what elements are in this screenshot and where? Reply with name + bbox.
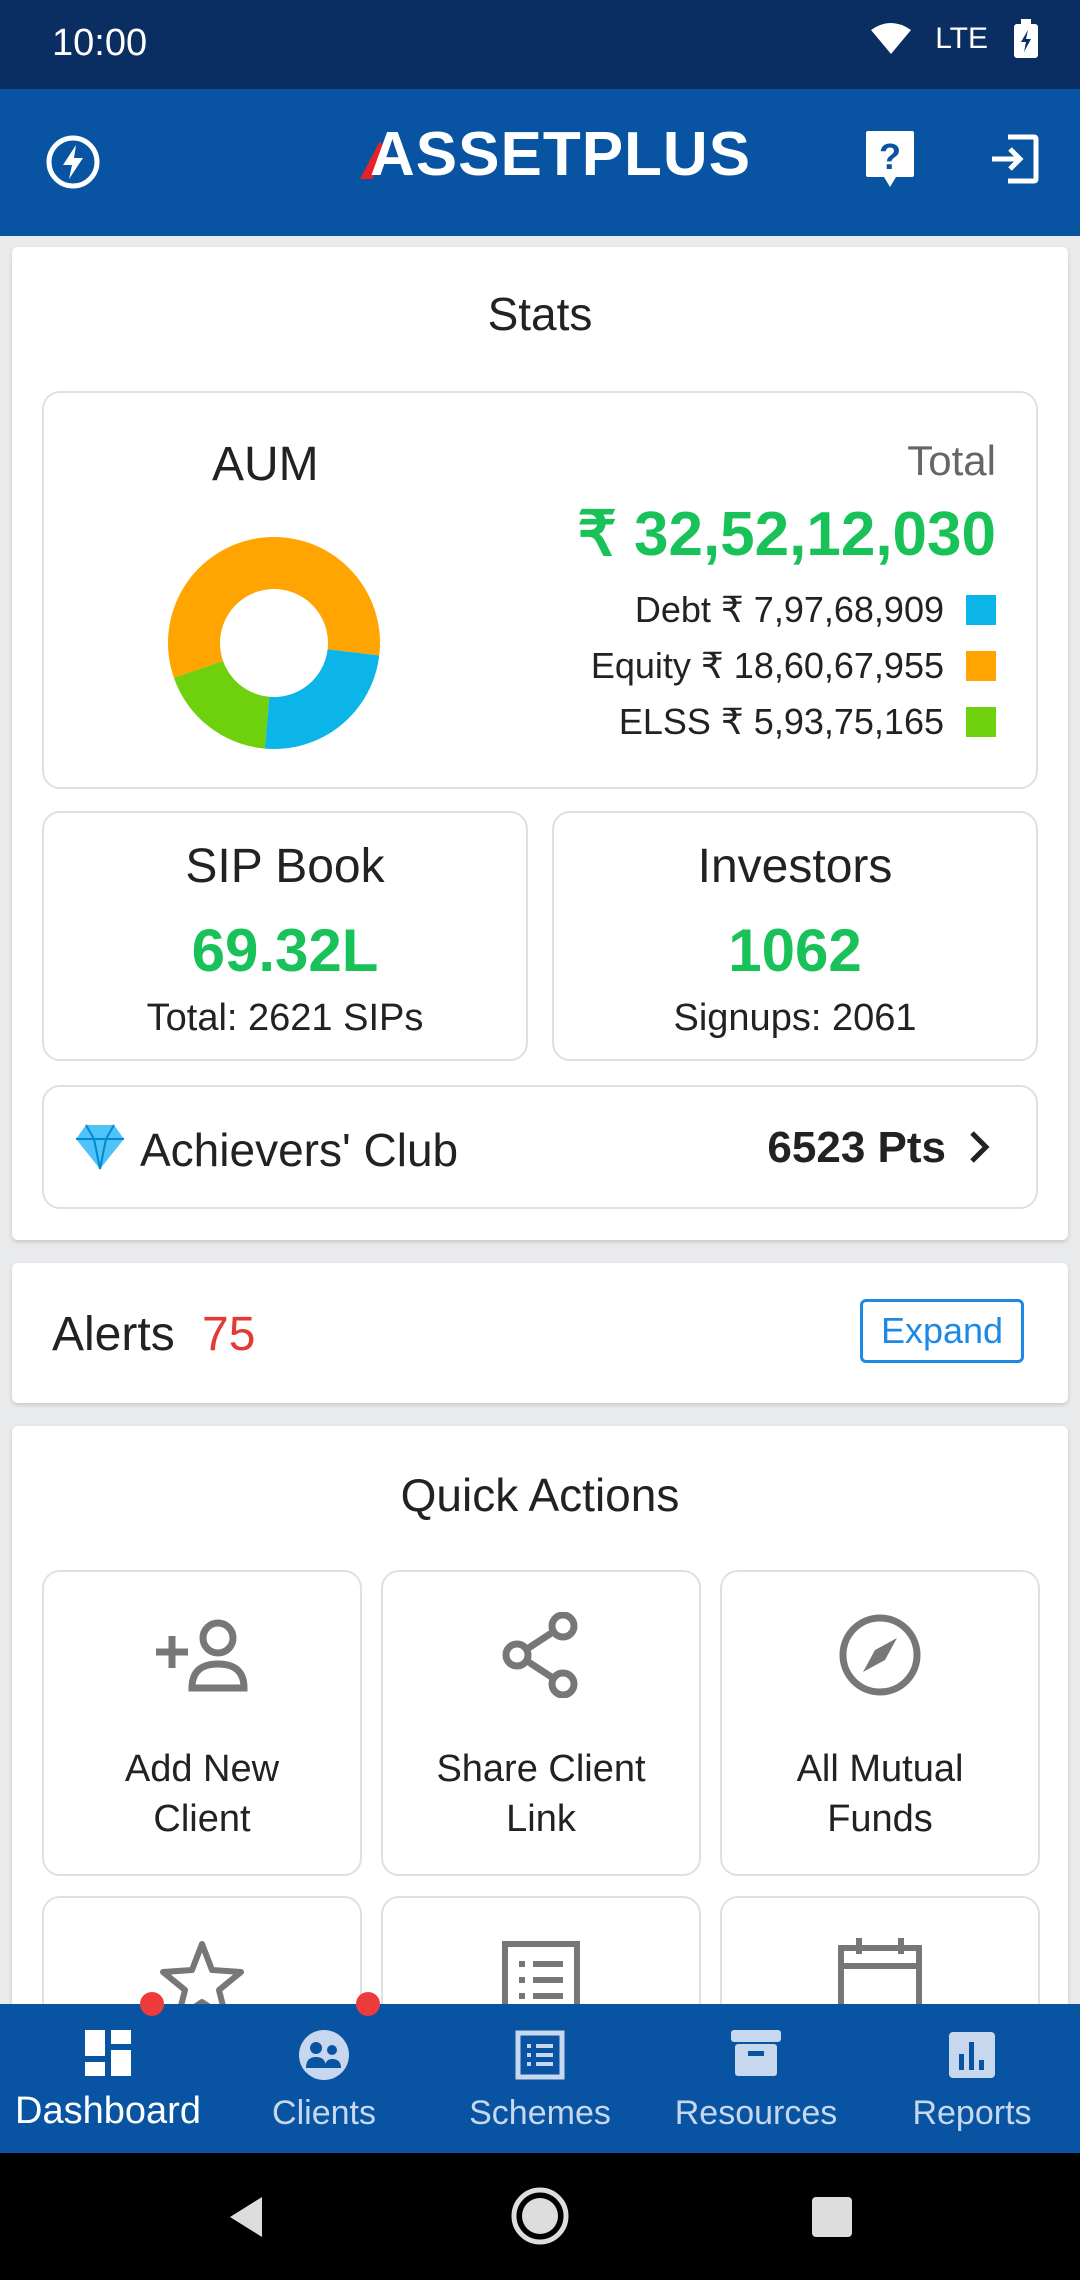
- status-bar: 10:00 LTE: [0, 0, 1080, 89]
- clients-icon: [299, 2030, 349, 2080]
- add-new-client-button[interactable]: Add New Client: [42, 1570, 362, 1876]
- alerts-label: Alerts: [52, 1308, 175, 1361]
- dashboard-icon: [85, 2030, 131, 2076]
- aum-total-value: ₹ 32,52,12,030: [577, 500, 996, 569]
- system-nav-bar: [0, 2153, 1080, 2280]
- bolt-icon[interactable]: [44, 133, 102, 191]
- aum-total-label: Total: [907, 437, 996, 484]
- investors-title: Investors: [697, 840, 893, 893]
- donut-slice-debt: [264, 649, 380, 749]
- nav-reports[interactable]: Reports: [864, 2004, 1080, 2153]
- nav-clients-label: Clients: [272, 2094, 376, 2132]
- nav-dashboard-badge: [140, 1992, 164, 2016]
- sip-book-title: SIP Book: [185, 840, 385, 893]
- aum-box[interactable]: AUM Total ₹ 32,52,12,030 Debt ₹ 7,97,68,…: [42, 391, 1038, 789]
- add-new-client-label: Add New Client: [124, 1748, 280, 1840]
- nav-schemes-label: Schemes: [469, 2094, 611, 2132]
- nav-dashboard[interactable]: Dashboard: [0, 2004, 216, 2153]
- nav-clients[interactable]: Clients: [216, 2004, 432, 2153]
- sip-book-box[interactable]: SIP Book 69.32L Total: 2621 SIPs: [42, 811, 528, 1061]
- app-bar: ASSETPLUS ?: [0, 89, 1080, 236]
- legend-equity: Equity ₹ 18,60,67,955: [591, 645, 996, 687]
- recents-icon[interactable]: [812, 2197, 852, 2237]
- investors-value: 1062: [728, 917, 862, 984]
- share-client-link-label: Share Client Link: [436, 1748, 646, 1840]
- svg-text:?: ?: [879, 136, 901, 177]
- legend-elss-swatch: [966, 707, 996, 737]
- resources-icon: [731, 2030, 781, 2076]
- legend-elss: ELSS ₹ 5,93,75,165: [619, 701, 996, 743]
- all-mutual-funds-button[interactable]: All Mutual Funds: [720, 1570, 1040, 1876]
- quick-actions-title: Quick Actions: [400, 1469, 680, 1521]
- legend-debt: Debt ₹ 7,97,68,909: [635, 589, 996, 631]
- help-icon[interactable]: ?: [864, 129, 916, 195]
- compass-icon: [839, 1614, 921, 1696]
- nav-reports-label: Reports: [912, 2094, 1032, 2132]
- nav-dashboard-label: Dashboard: [15, 2090, 201, 2132]
- nav-schemes[interactable]: Schemes: [432, 2004, 648, 2153]
- investors-box[interactable]: Investors 1062 Signups: 2061: [552, 811, 1038, 1061]
- legend-equity-label: Equity ₹ 18,60,67,955: [590, 645, 944, 686]
- nav-resources[interactable]: Resources: [648, 2004, 864, 2153]
- stats-card: Stats AUM Total ₹ 32,52,12,030 Debt ₹ 7,…: [12, 247, 1068, 1240]
- network-label: LTE: [935, 22, 988, 55]
- alerts-count: 75: [202, 1308, 256, 1361]
- share-icon: [502, 1612, 578, 1698]
- nav-resources-label: Resources: [674, 2094, 838, 2132]
- schemes-icon: [515, 2030, 565, 2080]
- app-logo: ASSETPLUS: [360, 119, 751, 190]
- sip-book-value: 69.32L: [191, 917, 379, 984]
- add-person-icon: [156, 1619, 248, 1692]
- aum-donut-chart: [168, 537, 380, 749]
- donut-slice-elss: [173, 660, 270, 749]
- legend-elss-label: ELSS ₹ 5,93,75,165: [618, 701, 944, 742]
- achievers-points: 6523 Pts: [767, 1123, 946, 1172]
- chevron-right-icon[interactable]: [968, 1129, 992, 1165]
- alerts-card: Alerts 75 Expand: [12, 1263, 1068, 1403]
- back-icon[interactable]: [226, 2195, 266, 2239]
- diamond-icon: [76, 1124, 124, 1170]
- reports-icon: [949, 2032, 995, 2078]
- status-icons: LTE: [871, 18, 1040, 60]
- legend-equity-swatch: [966, 651, 996, 681]
- stats-title: Stats: [487, 288, 593, 340]
- status-time: 10:00: [52, 22, 148, 64]
- nav-clients-badge: [356, 1992, 380, 2016]
- all-mutual-funds-label: All Mutual Funds: [796, 1748, 964, 1840]
- legend-debt-label: Debt ₹ 7,97,68,909: [634, 589, 944, 630]
- sip-book-sub: Total: 2621 SIPs: [146, 997, 424, 1039]
- achievers-label: Achievers' Club: [140, 1124, 459, 1176]
- legend-debt-swatch: [966, 595, 996, 625]
- share-client-link-button[interactable]: Share Client Link: [381, 1570, 701, 1876]
- investors-sub: Signups: 2061: [673, 997, 917, 1039]
- quick-actions-card: Quick Actions Add New Client Share Clien…: [12, 1426, 1068, 2200]
- bottom-nav: Dashboard Clients Schemes Resources Repo…: [0, 1992, 1080, 2153]
- battery-icon: [1014, 19, 1038, 58]
- home-icon[interactable]: [510, 2186, 570, 2246]
- expand-button[interactable]: Expand: [860, 1299, 1024, 1363]
- aum-label: AUM: [212, 438, 319, 491]
- logout-icon[interactable]: [988, 133, 1040, 185]
- wifi-icon: [871, 23, 912, 54]
- achievers-club-row[interactable]: Achievers' Club 6523 Pts: [42, 1085, 1038, 1209]
